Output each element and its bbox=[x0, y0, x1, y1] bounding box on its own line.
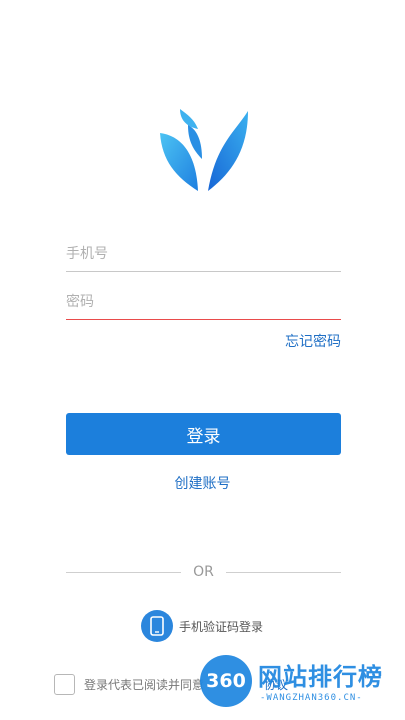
phone-input[interactable] bbox=[66, 238, 341, 270]
leaf-logo-icon bbox=[160, 109, 248, 191]
divider-line-right bbox=[225, 571, 341, 573]
agreement-row: 登录代表已阅读并同意 协议 bbox=[54, 672, 288, 696]
divider-line-left bbox=[66, 571, 182, 573]
password-field[interactable] bbox=[66, 286, 341, 320]
sms-login-button[interactable]: 手机验证码登录 bbox=[141, 609, 263, 643]
password-input[interactable] bbox=[66, 286, 341, 318]
forgot-password-link[interactable]: 忘记密码 bbox=[285, 331, 341, 351]
or-divider: OR bbox=[66, 562, 341, 582]
create-account-link[interactable]: 创建账号 bbox=[0, 473, 405, 493]
or-text: OR bbox=[193, 564, 214, 580]
login-button[interactable]: 登录 bbox=[66, 413, 341, 455]
agreement-text: 登录代表已阅读并同意 bbox=[84, 677, 205, 692]
phone-icon bbox=[141, 610, 173, 642]
sms-login-label: 手机验证码登录 bbox=[179, 619, 264, 634]
agreement-checkbox[interactable] bbox=[54, 673, 75, 695]
phone-field[interactable] bbox=[66, 238, 341, 272]
agreement-link[interactable]: 协议 bbox=[264, 676, 288, 693]
